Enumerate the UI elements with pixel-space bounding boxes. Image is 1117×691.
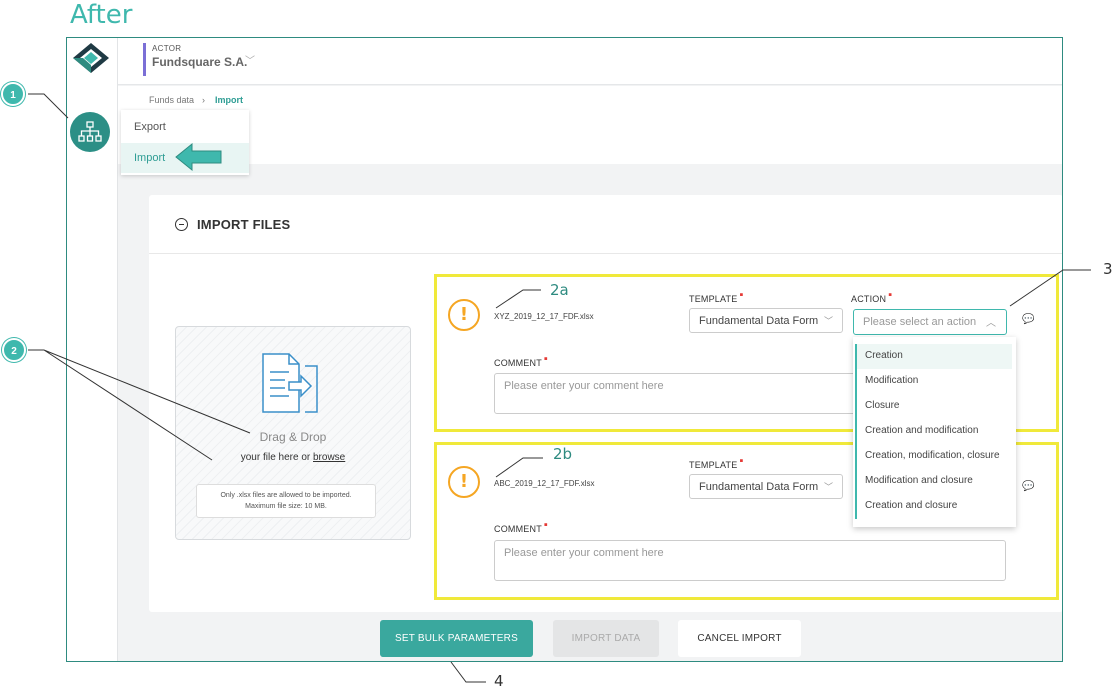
annotation-label: 4: [494, 672, 504, 690]
annotation-label: 2a: [550, 281, 569, 299]
callout-badge: 1: [1, 82, 25, 106]
annotation-lines: [28, 93, 1091, 683]
annotation-label: 3: [1103, 260, 1113, 278]
annotation-label: 2b: [553, 445, 573, 463]
arrow-left-icon: [175, 142, 222, 172]
callout-badge: 2: [2, 338, 26, 362]
